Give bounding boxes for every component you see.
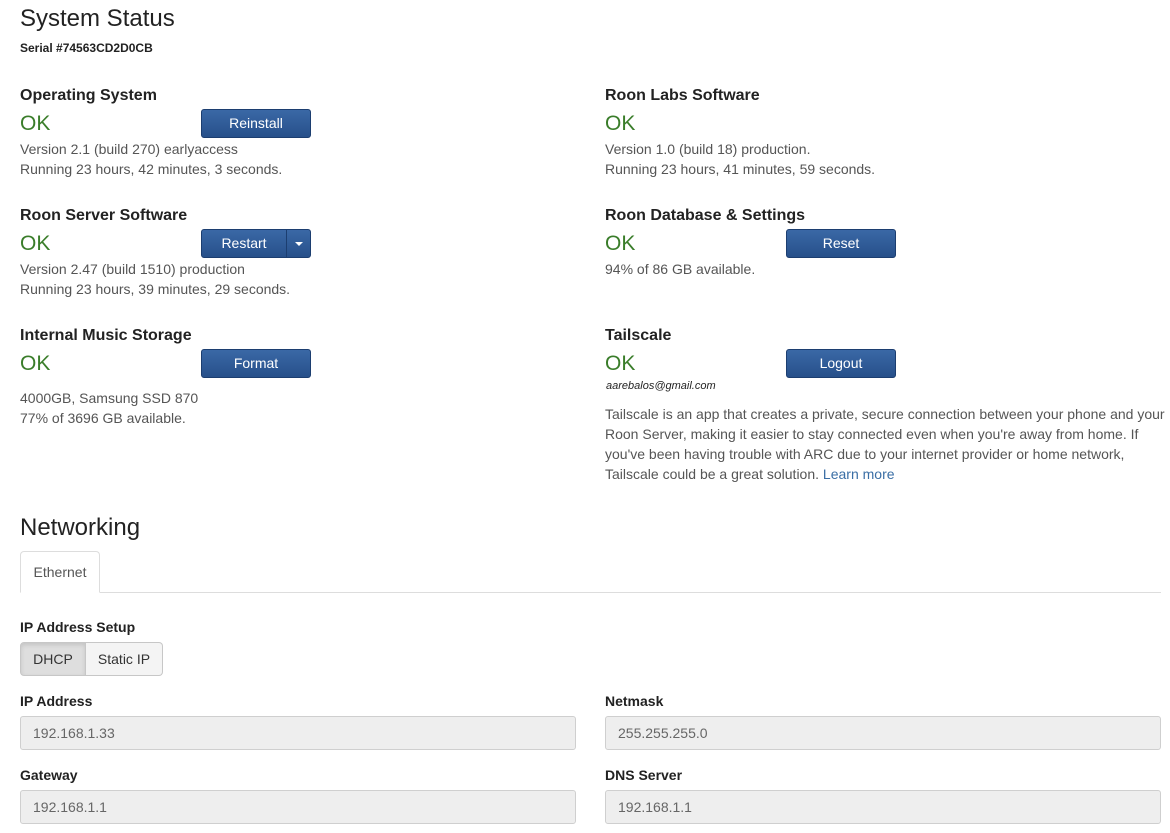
storage-status: OK bbox=[20, 352, 51, 375]
storage-drive: 4000GB, Samsung SSD 870 bbox=[20, 390, 199, 406]
page-title: System Status bbox=[20, 5, 175, 32]
tab-ethernet[interactable]: Ethernet bbox=[20, 551, 100, 593]
tailscale-email: aarebalos@gmail.com bbox=[606, 380, 716, 392]
static-ip-toggle[interactable]: Static IP bbox=[86, 642, 163, 676]
netmask-label: Netmask bbox=[605, 693, 664, 709]
dhcp-toggle[interactable]: DHCP bbox=[20, 642, 86, 676]
reinstall-button[interactable]: Reinstall bbox=[201, 109, 311, 138]
os-version: Version 2.1 (build 270) earlyaccess bbox=[20, 141, 238, 157]
reset-button[interactable]: Reset bbox=[786, 229, 896, 258]
learn-more-link[interactable]: Learn more bbox=[823, 466, 895, 482]
caret-down-icon bbox=[295, 242, 303, 246]
database-space: 94% of 86 GB available. bbox=[605, 261, 756, 277]
server-uptime: Running 23 hours, 39 minutes, 29 seconds… bbox=[20, 281, 291, 297]
format-button[interactable]: Format bbox=[201, 349, 311, 378]
database-status: OK bbox=[605, 232, 636, 255]
gateway-label: Gateway bbox=[20, 767, 78, 783]
ip-address-field[interactable]: 192.168.1.33 bbox=[20, 716, 576, 750]
os-uptime: Running 23 hours, 42 minutes, 3 seconds. bbox=[20, 161, 283, 177]
logout-button[interactable]: Logout bbox=[786, 349, 896, 378]
labs-uptime: Running 23 hours, 41 minutes, 59 seconds… bbox=[605, 161, 876, 177]
netmask-field[interactable]: 255.255.255.0 bbox=[605, 716, 1161, 750]
server-version: Version 2.47 (build 1510) production bbox=[20, 261, 245, 277]
tailscale-title: Tailscale bbox=[605, 327, 672, 344]
server-status: OK bbox=[20, 232, 51, 255]
serial-number: Serial #74563CD2D0CB bbox=[20, 41, 153, 55]
restart-split-button: Restart bbox=[201, 229, 311, 258]
labs-status: OK bbox=[605, 112, 636, 135]
storage-space: 77% of 3696 GB available. bbox=[20, 410, 186, 426]
ip-setup-label: IP Address Setup bbox=[20, 619, 136, 635]
database-title: Roon Database & Settings bbox=[605, 207, 806, 224]
networking-title: Networking bbox=[20, 514, 141, 541]
server-title: Roon Server Software bbox=[20, 207, 188, 224]
restart-options-toggle[interactable] bbox=[286, 230, 311, 257]
tailscale-description: Tailscale is an app that creates a priva… bbox=[605, 404, 1165, 484]
ip-address-label: IP Address bbox=[20, 693, 93, 709]
labs-title: Roon Labs Software bbox=[605, 87, 760, 104]
os-status: OK bbox=[20, 112, 51, 135]
tab-bar-divider bbox=[20, 592, 1161, 593]
labs-version: Version 1.0 (build 18) production. bbox=[605, 141, 811, 157]
dns-server-field[interactable]: 192.168.1.1 bbox=[605, 790, 1161, 824]
dns-server-label: DNS Server bbox=[605, 767, 683, 783]
storage-title: Internal Music Storage bbox=[20, 327, 192, 344]
os-title: Operating System bbox=[20, 87, 157, 104]
gateway-field[interactable]: 192.168.1.1 bbox=[20, 790, 576, 824]
tailscale-status: OK bbox=[605, 352, 636, 375]
restart-button[interactable]: Restart bbox=[202, 230, 286, 257]
